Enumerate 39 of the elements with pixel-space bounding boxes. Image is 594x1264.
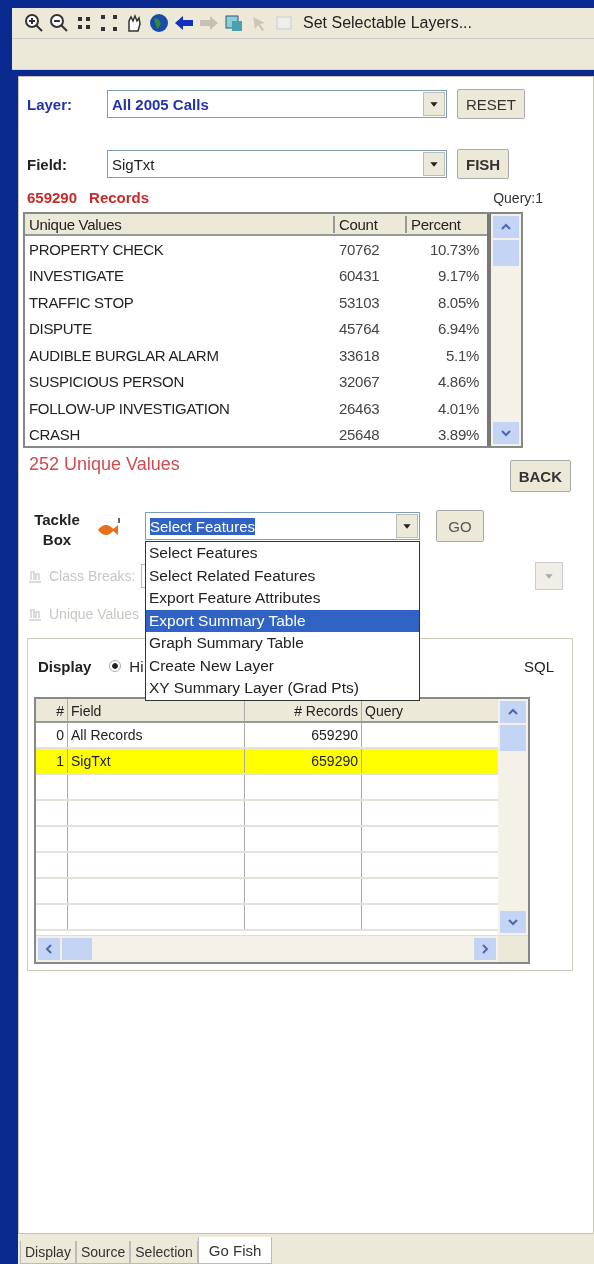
table-cell-text: FOLLOW-UP INVESTIGATION	[28, 399, 231, 417]
table-cell: 659290	[245, 749, 362, 773]
table-cell-text: INVESTIGATE	[28, 267, 125, 285]
table-cell-text: AUDIBLE BURGLAR ALARM	[28, 346, 220, 364]
table-cell-text: 53103	[338, 293, 381, 311]
table-cell-text: 6.94%	[436, 320, 480, 338]
table-cell-text: 60431	[338, 267, 381, 285]
layer-label: Layer:	[27, 95, 74, 113]
table-cell-text: 26463	[338, 399, 381, 417]
table-cell: 659290	[245, 723, 362, 747]
query-label: Query:1	[493, 190, 543, 206]
table-cell: SigTxt	[68, 749, 245, 773]
table-cell: 1	[36, 749, 68, 773]
table-cell: All Records	[68, 723, 245, 747]
table-cell-text: 70762	[338, 240, 381, 258]
tackle-box-label: Tackle Box	[33, 510, 81, 550]
table-cell-text: 9.17%	[436, 267, 480, 285]
sql-label: SQL	[524, 657, 554, 675]
records-label: Records	[89, 189, 150, 206]
table-cell-text: 45764	[338, 320, 381, 338]
table-cell-text: TRAFFIC STOP	[28, 293, 135, 311]
table-cell: 0	[36, 723, 68, 747]
records-count: 659290	[27, 189, 78, 206]
table-cell-text: 25648	[338, 426, 381, 444]
table-cell-text: 4.86%	[436, 373, 480, 391]
table-cell-text: 10.73%	[428, 240, 480, 258]
table-cell-text: 32067	[338, 373, 381, 391]
table-cell-text: 33618	[338, 346, 381, 364]
table-cell-text: DISPUTE	[28, 320, 93, 338]
field-label: Field:	[27, 155, 68, 173]
table-cell-text: 4.01%	[436, 399, 480, 417]
table-cell-text: 8.05%	[436, 293, 480, 311]
table-cell-text: PROPERTY CHECK	[28, 240, 165, 258]
table-cell-text: CRASH	[28, 426, 81, 444]
display-label: Display	[38, 657, 92, 675]
unique-values-count: 252 Unique Values	[29, 454, 180, 475]
table-cell-text: 3.89%	[436, 426, 480, 444]
table-cell-text: SUSPICIOUS PERSON	[28, 373, 185, 391]
table-cell-text: 5.1%	[445, 346, 480, 364]
